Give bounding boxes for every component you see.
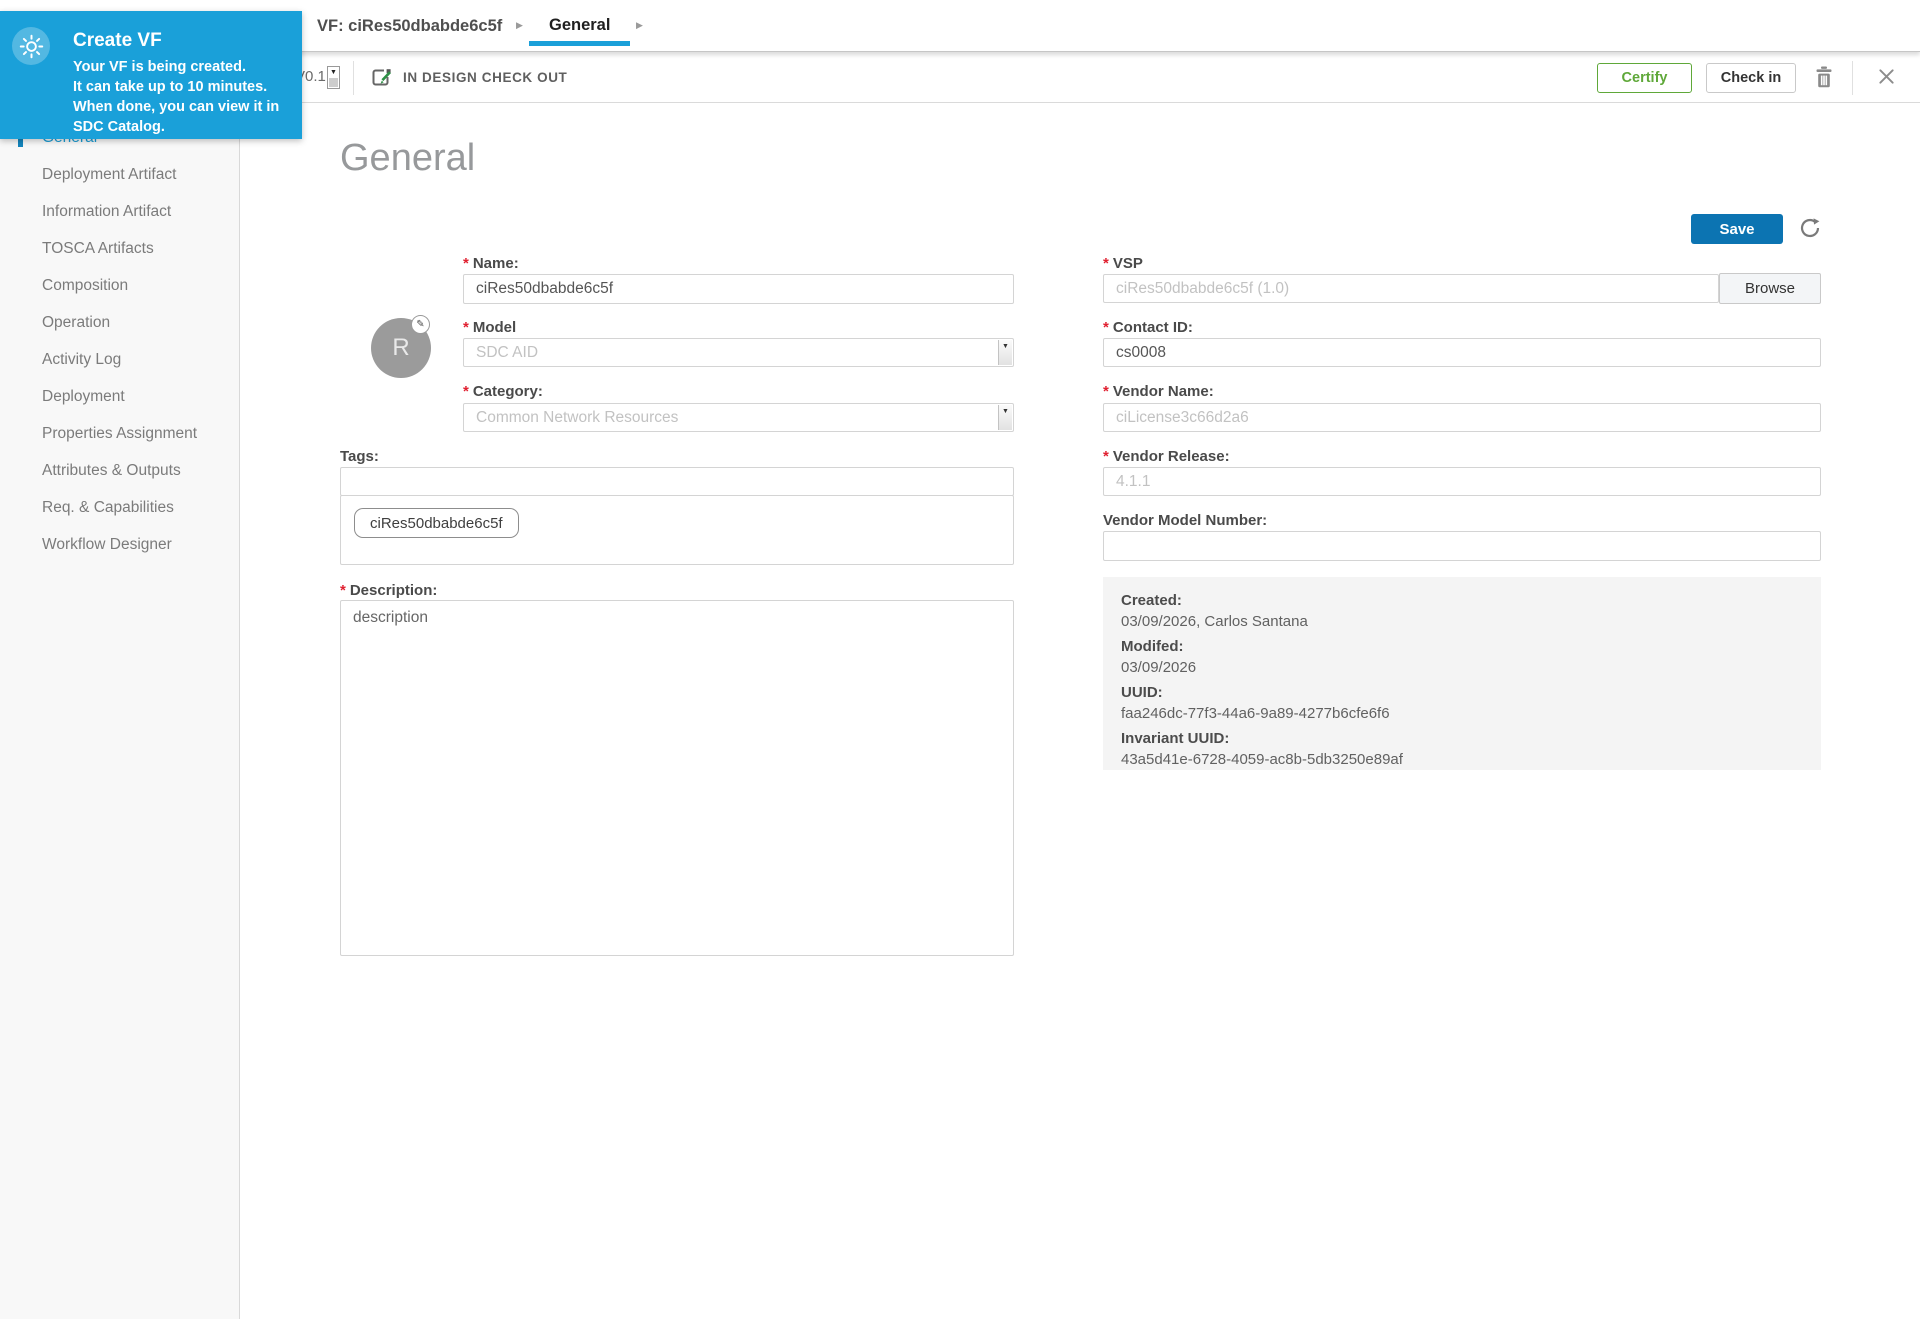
name-label: *Name:	[463, 254, 519, 274]
modified-label: Modifed:	[1121, 636, 1803, 657]
metadata-row: Invariant UUID: 43a5d41e-6728-4059-ac8b-…	[1121, 728, 1803, 770]
sidebar-item-information-artifact[interactable]: Information Artifact	[0, 193, 239, 230]
avatar-edit-button[interactable]: ✎	[411, 315, 430, 334]
revert-icon	[1798, 216, 1822, 243]
model-label: *Model	[463, 318, 516, 338]
toolbar-divider	[1852, 61, 1853, 95]
vendor-model-number-label: Vendor Model Number:	[1103, 511, 1267, 531]
lifecycle-status-label: IN DESIGN CHECK OUT	[403, 53, 567, 102]
close-button[interactable]	[1872, 65, 1900, 91]
save-button[interactable]: Save	[1691, 214, 1783, 244]
tags-input[interactable]	[340, 467, 1014, 496]
gear-icon	[12, 27, 50, 65]
required-marker: *	[1103, 448, 1109, 465]
category-select: Common Network Resources ▼	[463, 403, 1014, 432]
vendor-release-label: *Vendor Release:	[1103, 447, 1230, 467]
chevron-down-icon: ▼	[999, 343, 1012, 350]
left-sidebar: General Deployment Artifact Information …	[0, 104, 240, 1319]
vendor-release-input	[1103, 467, 1821, 496]
sidebar-item-properties-assignment[interactable]: Properties Assignment	[0, 415, 239, 452]
created-label: Created:	[1121, 590, 1803, 611]
trash-icon	[1814, 66, 1834, 91]
modified-value: 03/09/2026	[1121, 657, 1803, 678]
sidebar-item-deployment-artifact[interactable]: Deployment Artifact	[0, 156, 239, 193]
name-input[interactable]	[463, 274, 1014, 304]
revert-button[interactable]	[1797, 216, 1823, 242]
description-textarea[interactable]: description	[340, 600, 1014, 956]
invariant-uuid-label: Invariant UUID:	[1121, 728, 1803, 749]
sidebar-menu: General Deployment Artifact Information …	[0, 104, 239, 563]
active-tab-underline	[529, 41, 630, 46]
contact-id-input[interactable]	[1103, 338, 1821, 367]
vendor-model-number-input[interactable]	[1103, 531, 1821, 561]
toast-message: Your VF is being created. It can take up…	[73, 57, 279, 137]
required-marker: *	[1103, 255, 1109, 272]
certify-button[interactable]: Certify	[1597, 63, 1692, 93]
chevron-down-icon: ▼	[999, 408, 1012, 415]
required-marker: *	[340, 582, 346, 599]
required-marker: *	[463, 383, 469, 400]
pencil-icon: ✎	[416, 319, 424, 330]
sidebar-item-deployment[interactable]: Deployment	[0, 378, 239, 415]
toolbar-divider	[353, 61, 354, 95]
sidebar-item-req-capabilities[interactable]: Req. & Capabilities	[0, 489, 239, 526]
invariant-uuid-value: 43a5d41e-6728-4059-ac8b-5db3250e89af	[1121, 749, 1803, 770]
metadata-row: Created: 03/09/2026, Carlos Santana	[1121, 590, 1803, 632]
select-arrow: ▼	[998, 405, 1012, 430]
required-marker: *	[463, 255, 469, 272]
required-marker: *	[1103, 319, 1109, 336]
model-select: SDC AID ▼	[463, 338, 1014, 367]
breadcrumb-vf-link[interactable]: VF: ciRes50dbabde6c5f	[317, 0, 502, 52]
tags-label: Tags:	[340, 447, 379, 467]
created-value: 03/09/2026, Carlos Santana	[1121, 611, 1803, 632]
vsp-label: *VSP	[1103, 254, 1143, 274]
close-icon	[1877, 67, 1896, 89]
sidebar-item-workflow-designer[interactable]: Workflow Designer	[0, 526, 239, 563]
browse-button[interactable]: Browse	[1719, 273, 1821, 304]
contact-id-label: *Contact ID:	[1103, 318, 1193, 338]
delete-button[interactable]	[1810, 65, 1838, 91]
select-arrow: ▼	[998, 340, 1012, 365]
description-label: *Description:	[340, 581, 437, 601]
resource-avatar: R ✎	[371, 318, 431, 378]
checkout-pencil-icon	[369, 66, 393, 90]
sdc-app: VF: ciRes50dbabde6c5f ▶ General ▶ V0.1 ▼…	[0, 0, 1920, 1319]
tag-chip[interactable]: ciRes50dbabde6c5f	[354, 508, 519, 538]
vsp-input	[1103, 274, 1719, 303]
sidebar-item-operation[interactable]: Operation	[0, 304, 239, 341]
vendor-name-input	[1103, 403, 1821, 432]
checkin-button[interactable]: Check in	[1706, 63, 1796, 93]
spinner-arrow-icon: ▼	[328, 68, 339, 77]
metadata-row: Modifed: 03/09/2026	[1121, 636, 1803, 678]
sidebar-item-tosca-artifacts[interactable]: TOSCA Artifacts	[0, 230, 239, 267]
breadcrumb-arrow-icon: ▶	[636, 0, 643, 50]
required-marker: *	[1103, 383, 1109, 400]
metadata-panel: Created: 03/09/2026, Carlos Santana Modi…	[1103, 577, 1821, 770]
breadcrumb-arrow-icon: ▶	[516, 0, 523, 50]
spinner-thumb	[329, 78, 338, 87]
vendor-name-label: *Vendor Name:	[1103, 382, 1214, 402]
toast-title: Create VF	[73, 30, 162, 52]
sidebar-item-composition[interactable]: Composition	[0, 267, 239, 304]
tags-container: ciRes50dbabde6c5f	[340, 495, 1014, 565]
category-label: *Category:	[463, 382, 543, 402]
version-spinner[interactable]: ▼	[327, 66, 340, 89]
sidebar-item-activity-log[interactable]: Activity Log	[0, 341, 239, 378]
sidebar-item-attributes-outputs[interactable]: Attributes & Outputs	[0, 452, 239, 489]
create-vf-toast[interactable]: Create VF Your VF is being created. It c…	[0, 11, 302, 139]
metadata-row: UUID: faa246dc-77f3-44a6-9a89-4277b6cfe6…	[1121, 682, 1803, 724]
uuid-value: faa246dc-77f3-44a6-9a89-4277b6cfe6f6	[1121, 703, 1803, 724]
page-title: General	[340, 137, 475, 180]
uuid-label: UUID:	[1121, 682, 1803, 703]
required-marker: *	[463, 319, 469, 336]
